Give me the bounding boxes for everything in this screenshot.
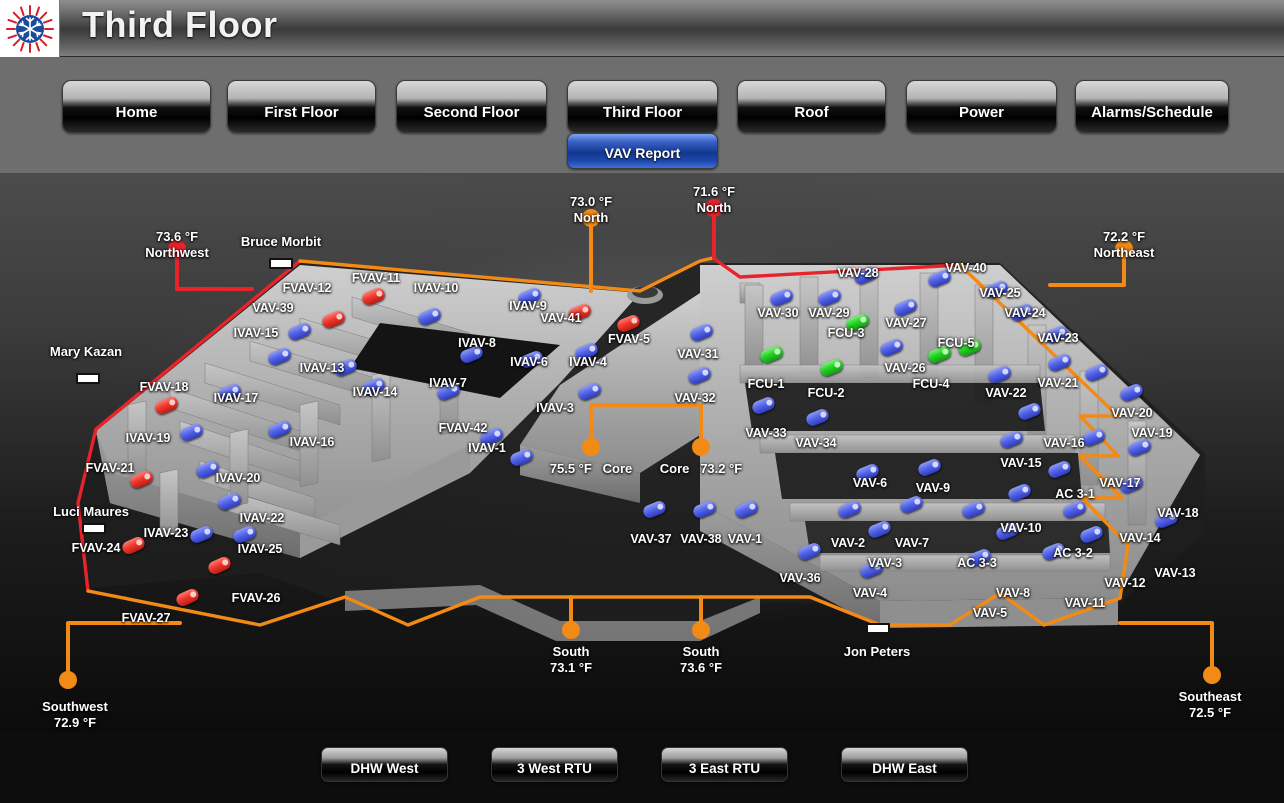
hvac-floor-plan-screen: Third Floor Home First Floor Second Floo… [0,0,1284,803]
company-logo [0,0,60,57]
occupant-indicator-mary-kazan[interactable] [76,373,100,384]
nav-button-power[interactable]: Power [906,80,1057,133]
nav-button-second-floor[interactable]: Second Floor [396,80,547,133]
footer-button-dhw-east[interactable]: DHW East [841,747,968,782]
nav-button-vav-report[interactable]: VAV Report [567,133,718,169]
app-header: Third Floor [0,0,1284,57]
floor-plan-canvas: FVAV-11 FVAV-12 FVAV-18 FVAV-21 FVAV-24 FVAV-… [0,173,1284,733]
occupant-indicator-luci-maures[interactable] [82,523,106,534]
nav-button-first-floor[interactable]: First Floor [227,80,376,133]
main-navigation: Home First Floor Second Floor Third Floo… [0,57,1284,173]
footer-button-3-east-rtu[interactable]: 3 East RTU [661,747,788,782]
nav-button-roof[interactable]: Roof [737,80,886,133]
equipment-shortcut-bar: DHW West 3 West RTU 3 East RTU DHW East [0,733,1284,803]
nav-button-alarms-schedule[interactable]: Alarms/Schedule [1075,80,1229,133]
sun-snowflake-logo-icon [5,4,54,53]
nav-button-third-floor[interactable]: Third Floor [567,80,718,133]
occupant-indicator-jon-peters[interactable] [866,623,890,634]
page-title: Third Floor [82,4,278,45]
footer-button-dhw-west[interactable]: DHW West [321,747,448,782]
footer-button-3-west-rtu[interactable]: 3 West RTU [491,747,618,782]
building-model [59,199,1221,689]
nav-button-home[interactable]: Home [62,80,211,133]
occupant-indicator-bruce-morbit[interactable] [269,258,293,269]
